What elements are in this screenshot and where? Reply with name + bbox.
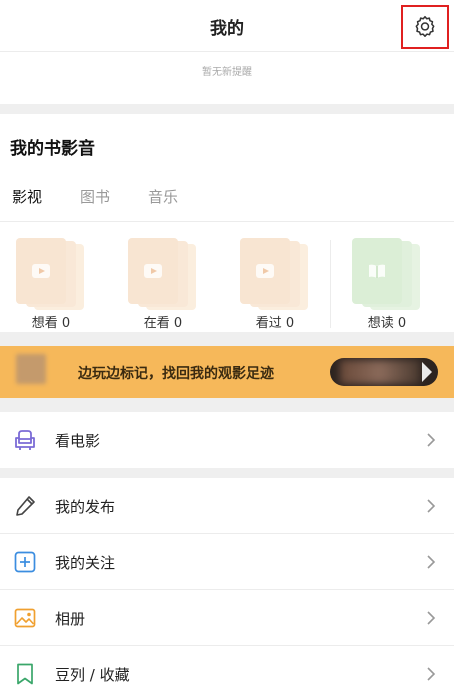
menu-label: 我的发布: [55, 498, 116, 516]
menu-label: 看电影: [55, 432, 101, 450]
seat-icon: [15, 430, 35, 450]
menu-row-my-posts[interactable]: 我的发布: [0, 478, 454, 534]
divider: [330, 240, 331, 328]
top-bar: 我的: [0, 0, 454, 52]
shelf-label: 看过 0: [255, 316, 295, 331]
settings-button[interactable]: [401, 5, 449, 49]
shelf-label: 想读 0: [367, 316, 407, 331]
movie-stack: [16, 238, 86, 310]
pen-icon: [16, 496, 35, 516]
menu-row-watch-movies[interactable]: 看电影: [0, 412, 454, 468]
chevron-right-icon: [427, 433, 436, 447]
shelf-watching[interactable]: 在看 0: [128, 238, 198, 331]
banner-image: [16, 354, 46, 384]
shelf-label: 想看 0: [31, 316, 71, 331]
menu-group-personal: 我的发布 我的关注 相册 豆列 / 收藏: [0, 478, 454, 693]
promo-banner[interactable]: 边玩边标记，找回我的观影足迹: [0, 346, 454, 398]
tab-books[interactable]: 图书: [80, 186, 110, 207]
menu-row-following[interactable]: 我的关注: [0, 534, 454, 590]
menu-group-movie: 看电影: [0, 412, 454, 468]
shelf-label: 在看 0: [143, 316, 183, 331]
banner-text: 边玩边标记，找回我的观影足迹: [78, 366, 274, 382]
tab-music[interactable]: 音乐: [148, 186, 178, 207]
menu-label: 我的关注: [55, 554, 116, 572]
bookmark-icon: [17, 663, 33, 685]
movie-stack: [240, 238, 310, 310]
page-title: 我的: [210, 19, 244, 39]
play-icon: [144, 264, 162, 278]
chevron-right-icon: [427, 667, 436, 681]
menu-row-doulist-favorites[interactable]: 豆列 / 收藏: [0, 646, 454, 693]
shelf-watched[interactable]: 看过 0: [240, 238, 310, 331]
menu-row-album[interactable]: 相册: [0, 590, 454, 646]
blurred-thumbnail: [340, 360, 420, 384]
library-section: 我的书影音 影视 图书 音乐 想看 0 在看 0 看过 0 想读 0: [0, 114, 454, 332]
chevron-right-icon: [427, 555, 436, 569]
shelf-want-to-watch[interactable]: 想看 0: [16, 238, 86, 331]
play-icon: [256, 264, 274, 278]
photo-icon: [14, 608, 36, 628]
movie-stack: [128, 238, 198, 310]
menu-label: 相册: [55, 610, 86, 628]
tab-movies[interactable]: 影视: [12, 186, 42, 207]
banner-action-button[interactable]: [330, 358, 438, 386]
plus-box-icon: [14, 551, 36, 573]
menu-label: 豆列 / 收藏: [55, 666, 130, 684]
book-stack: [352, 238, 422, 310]
play-arrow-icon: [422, 362, 432, 382]
notification-status: 暂无新提醒: [0, 52, 454, 104]
chevron-right-icon: [427, 611, 436, 625]
chevron-right-icon: [427, 499, 436, 513]
play-icon: [32, 264, 50, 278]
section-title: 我的书影音: [10, 139, 95, 159]
shelf-want-to-read[interactable]: 想读 0: [352, 238, 422, 331]
gear-icon: [415, 15, 435, 37]
book-icon: [369, 264, 385, 278]
library-tabs: 影视 图书 音乐: [0, 184, 454, 222]
